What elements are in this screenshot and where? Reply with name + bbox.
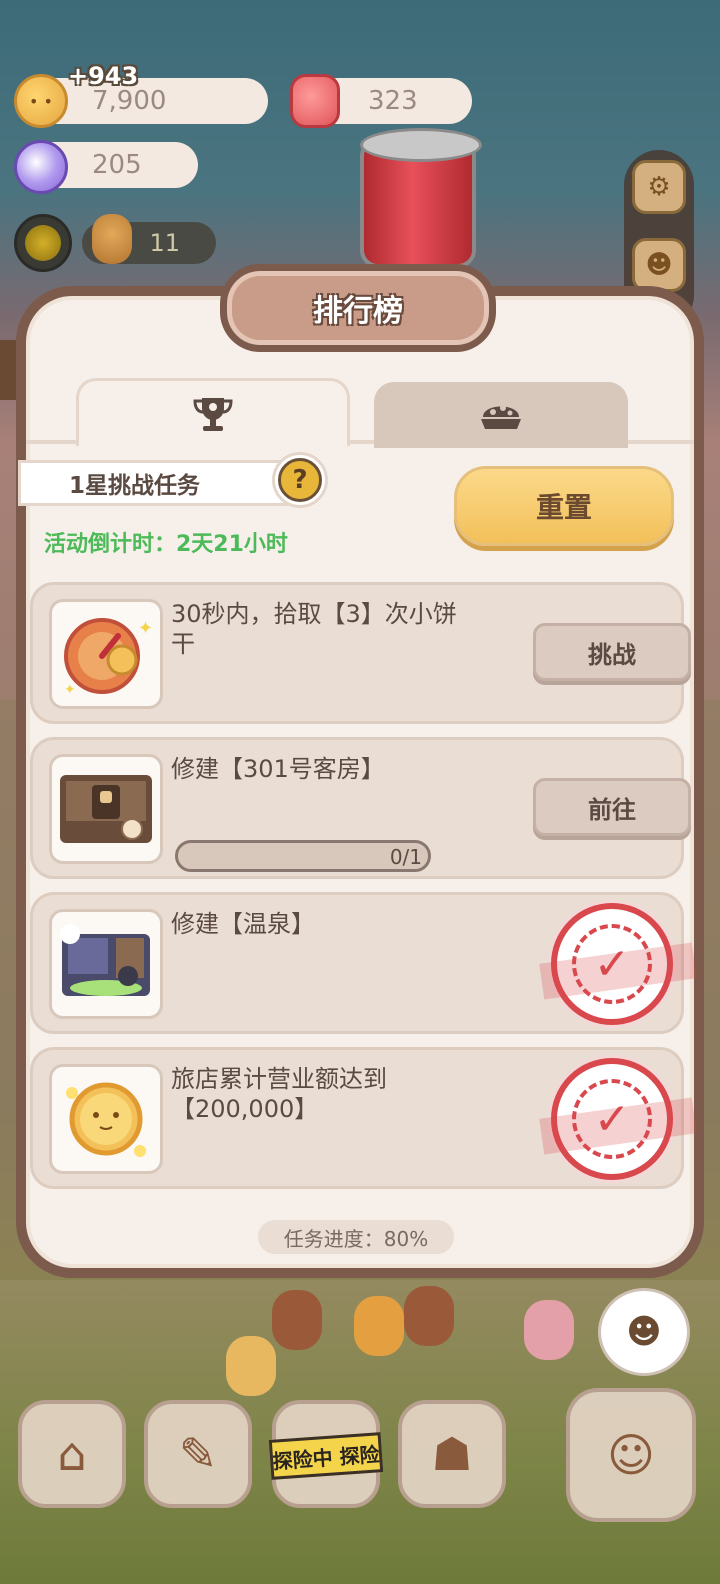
completed-stamp: ✓ (539, 1058, 697, 1180)
task-card-1: ✦ ✦ 30秒内，拾取【3】次小饼干 挑战 (30, 582, 691, 724)
build-button[interactable]: ⌂ (18, 1400, 126, 1508)
coin-count: 7,900 (92, 86, 167, 116)
guest-room-icon (60, 775, 152, 843)
gear-icon[interactable]: ⚙ (632, 160, 686, 214)
question-icon: ? (278, 458, 322, 502)
gem-count: 205 (92, 150, 142, 180)
task-thumb-hot-spring (49, 909, 163, 1019)
task-progress-bar: 0/1 (175, 840, 431, 872)
shop-button[interactable]: ☗ (398, 1400, 506, 1508)
task-thumb-revenue (49, 1064, 163, 1174)
tab-trophy[interactable] (76, 378, 350, 446)
speech-bubble-character[interactable]: ☻ (598, 1288, 690, 1376)
notebook-icon: ✎ (178, 1427, 218, 1481)
cookie-coin-icon: • • (14, 74, 68, 128)
task-progress-text: 0/1 (389, 845, 422, 869)
task-card-4: 旅店累计营业额达到【200,000】 ✓ (30, 1047, 697, 1189)
worker-icon (92, 214, 132, 264)
dialog-title: 排行榜 (313, 294, 403, 329)
overall-task-progress: 任务进度：80% (258, 1220, 454, 1254)
task-group-title-text: 1星挑战任务 (69, 473, 201, 499)
fish-cat-icon: ☺ (607, 1428, 655, 1482)
svg-text:✦: ✦ (64, 682, 76, 698)
candy-icon (290, 74, 340, 128)
gingerbread-character (272, 1290, 322, 1350)
challenge-button[interactable]: 挑战 (533, 623, 691, 681)
golden-cookie-icon (66, 1082, 146, 1157)
event-countdown: 活动倒计时：2天21小时 (44, 532, 288, 557)
mushroom-house-icon: ⌂ (57, 1427, 87, 1481)
notebook-button[interactable]: ✎ (144, 1400, 252, 1508)
task-description: 修建【301号客房】 (171, 755, 385, 783)
coin-bonus: +943 (68, 62, 139, 90)
help-button[interactable]: ? (272, 452, 328, 508)
exploring-tag: 探险中 探险 (268, 1432, 384, 1480)
task-card-3: 修建【温泉】 ✓ (30, 892, 697, 1034)
task-card-2: 修建【301号客房】 0/1 前往 (30, 737, 691, 879)
candy-count: 323 (368, 86, 418, 116)
gem-icon (14, 140, 68, 194)
goto-button[interactable]: 前往 (533, 778, 691, 836)
task-description: 30秒内，拾取【3】次小饼干 (171, 600, 457, 658)
dialog-title-plate: 排行榜 (220, 264, 496, 352)
cat-face-icon: ☻ (626, 1312, 662, 1352)
gingerbread-character (404, 1286, 454, 1346)
tab-cookie[interactable] (374, 382, 628, 448)
cookie-character (354, 1296, 404, 1356)
task-thumb-guestroom (49, 754, 163, 864)
cookie-timer-icon: ✦ ✦ (64, 618, 153, 698)
completed-stamp: ✓ (539, 903, 697, 1025)
reset-button[interactable]: 重置 (454, 466, 674, 546)
calendar-icon[interactable]: ☻ (632, 238, 686, 292)
trophy-icon (193, 397, 233, 431)
settings-gear-icon[interactable] (14, 214, 72, 272)
fish-cat-button[interactable]: ☺ (566, 1388, 696, 1522)
task-description: 旅店累计营业额达到【200,000】 (171, 1065, 387, 1123)
svg-text:✦: ✦ (138, 618, 153, 639)
worker-count: 11 (149, 229, 180, 257)
task-description: 修建【温泉】 (171, 910, 315, 938)
cookie-character (226, 1336, 276, 1396)
cookie-icon (481, 405, 521, 429)
shop-icon: ☗ (431, 1427, 473, 1481)
soda-can-decoration[interactable] (360, 128, 482, 268)
pink-cookie-character (524, 1300, 574, 1360)
hot-spring-icon (60, 924, 150, 996)
task-thumb-cookie-pickup: ✦ ✦ (49, 599, 163, 709)
